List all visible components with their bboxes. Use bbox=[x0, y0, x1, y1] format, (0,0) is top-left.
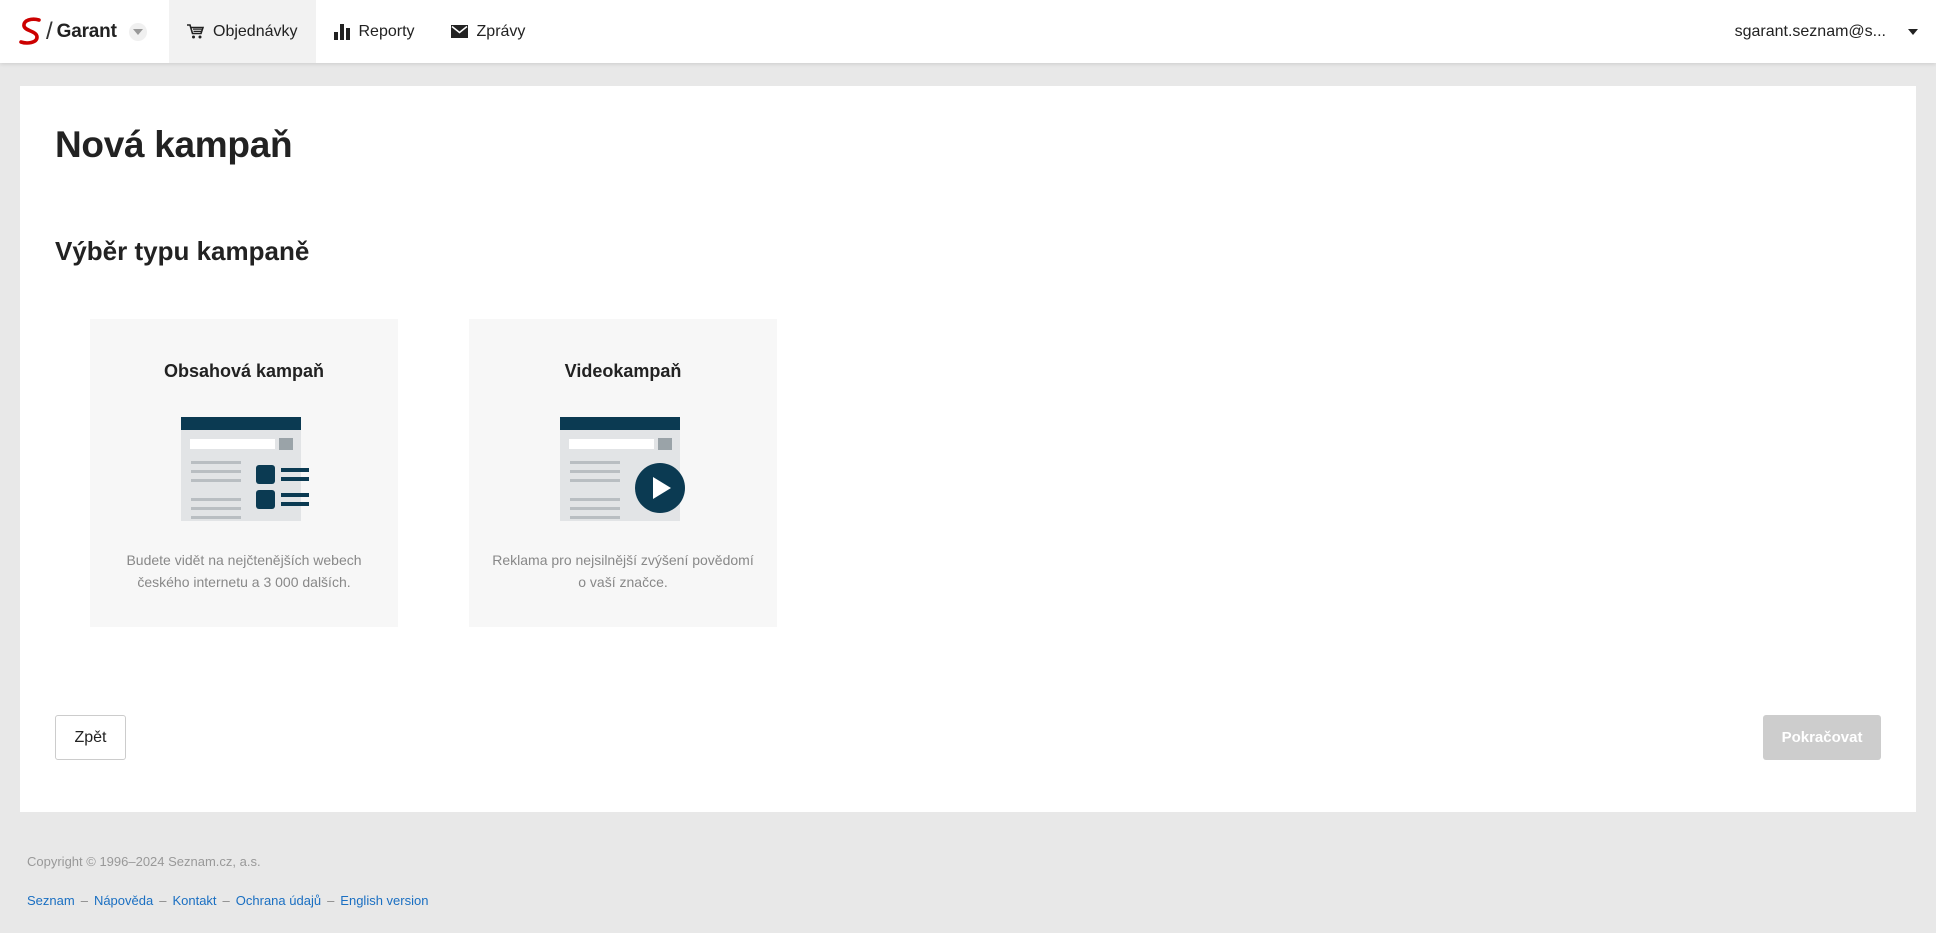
content-campaign-illustration-icon bbox=[181, 417, 309, 521]
main-panel: Nová kampaň Výběr typu kampaně Obsahová … bbox=[20, 86, 1916, 812]
nav-item-label: Reporty bbox=[358, 22, 415, 40]
footer-separator: – bbox=[80, 893, 88, 908]
user-menu[interactable]: sgarant.seznam@s... bbox=[1735, 0, 1918, 63]
continue-button[interactable]: Pokračovat bbox=[1763, 715, 1881, 760]
footer-link-kontakt[interactable]: Kontakt bbox=[172, 893, 216, 908]
card-description: Budete vidět na nejčtenějších webech čes… bbox=[126, 552, 362, 590]
footer-link-napoveda[interactable]: Nápověda bbox=[94, 893, 153, 908]
brand-name: Garant bbox=[56, 20, 117, 42]
envelope-icon bbox=[450, 25, 468, 38]
section-title: Výběr typu kampaně bbox=[55, 236, 310, 266]
nav-item-reporty[interactable]: Reporty bbox=[316, 0, 433, 63]
footer-link-ochrana-udaju[interactable]: Ochrana údajů bbox=[236, 893, 321, 908]
cart-icon bbox=[187, 24, 204, 39]
bar-chart-icon bbox=[333, 23, 350, 40]
page-title: Nová kampaň bbox=[55, 124, 293, 165]
brand[interactable]: / Garant bbox=[0, 0, 169, 63]
nav-item-label: Objednávky bbox=[213, 22, 298, 40]
service-menu-toggle[interactable] bbox=[128, 22, 147, 41]
card-title: Obsahová kampaň bbox=[163, 361, 325, 381]
nav-item-label: Zprávy bbox=[476, 22, 526, 40]
campaign-type-card-video[interactable]: Videokampaň Reklama pro nejsilnější zvýš… bbox=[469, 319, 777, 627]
chevron-down-icon bbox=[1908, 28, 1918, 35]
footer-link-english-version[interactable]: English version bbox=[340, 893, 428, 908]
main-nav: Objednávky Reporty Zprávy bbox=[169, 0, 543, 63]
top-bar: / Garant Objednávky Reporty Zprávy sgara… bbox=[0, 0, 1936, 63]
chevron-down-icon bbox=[132, 28, 143, 35]
footer-links: Seznam – Nápověda – Kontakt – Ochrana úd… bbox=[27, 893, 428, 908]
campaign-type-card-content[interactable]: Obsahová kampaň Budete vidět na nejčteně… bbox=[90, 319, 398, 627]
nav-item-objednavky[interactable]: Objednávky bbox=[169, 0, 316, 63]
footer-separator: – bbox=[327, 893, 335, 908]
copyright: Copyright © 1996–2024 Seznam.cz, a.s. bbox=[27, 854, 261, 869]
video-campaign-illustration-icon bbox=[560, 417, 685, 521]
brand-slash: / bbox=[46, 17, 53, 45]
footer-separator: – bbox=[222, 893, 230, 908]
user-email: sgarant.seznam@s... bbox=[1734, 22, 1886, 40]
card-description: Reklama pro nejsilnější zvýšení povědomí… bbox=[492, 552, 754, 590]
back-button[interactable]: Zpět bbox=[55, 715, 126, 760]
seznam-logo-icon bbox=[19, 16, 41, 45]
footer-link-seznam[interactable]: Seznam bbox=[27, 893, 75, 908]
nav-item-zpravy[interactable]: Zprávy bbox=[433, 0, 544, 63]
card-title: Videokampaň bbox=[564, 361, 682, 381]
footer-separator: – bbox=[159, 893, 167, 908]
